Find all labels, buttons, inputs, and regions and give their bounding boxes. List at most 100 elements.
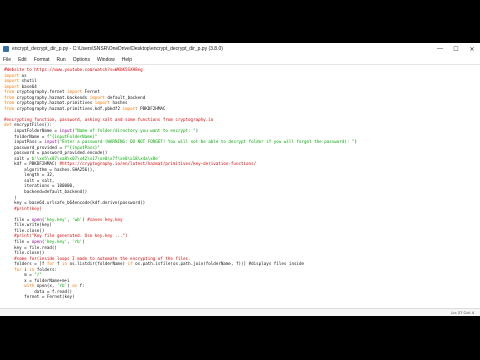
code-token: inputFolderName = (4, 128, 60, 134)
code-token: open(x, (34, 283, 57, 289)
code-token: 'key.key' (44, 238, 68, 244)
menu-help[interactable]: Help (122, 57, 132, 63)
python-idle-icon (3, 46, 9, 52)
code-token: input (44, 139, 57, 145)
code-token: algorithm = hashes.SHA256(), (4, 166, 95, 172)
code-token: 'wb' (72, 216, 83, 222)
code-token: 'key.key' (44, 216, 68, 222)
code-token: import (122, 105, 138, 111)
code-token: #encrypting function, password, asking s… (4, 116, 214, 122)
code-token: open (31, 238, 42, 244)
code-token: #saves key.key (87, 216, 123, 222)
code-token: with (24, 283, 35, 289)
code-token: folderName = (4, 133, 47, 139)
code-token: from (4, 89, 15, 95)
code-token: password_provided = (4, 144, 65, 150)
code-token: kdf = PBKDF2HMAC( (4, 161, 60, 167)
code-token: encryptFiles(): (11, 122, 52, 128)
code-token: file.close() (4, 227, 45, 233)
code-token: PBKDF2HMAC (137, 105, 166, 111)
code-token: cryptography.hazmat.backends (14, 94, 90, 100)
code-token: #https://cryptography.io/en/latest/hazma… (59, 161, 257, 167)
code-token: f: (77, 283, 85, 289)
code-token: cryptography.fernet (14, 89, 68, 95)
code-token: f"{inputFolderName}" (46, 133, 98, 139)
code-token: import (4, 83, 20, 89)
menu-bar: File Edit Format Run Options Window Help (0, 55, 480, 65)
code-token: input (59, 128, 73, 134)
code-token: import (94, 100, 110, 106)
menu-options[interactable]: Options (73, 57, 90, 63)
code-token: #print("Key file generated. Use key.key … (4, 233, 128, 239)
status-bar: Ln: 27 Col: 4 (0, 308, 480, 316)
menu-run[interactable]: Run (57, 57, 66, 63)
code-token: 'rb' (56, 283, 68, 289)
code-token: import (89, 94, 105, 100)
code-token: from (4, 94, 15, 100)
code-token: ) (354, 139, 357, 145)
code-token: x = folderName+m+i (4, 277, 70, 283)
code-token: #some for(inside loops I made to automat… (4, 255, 191, 261)
code-token: os.path.isfile(os.path.join(folderName, … (132, 261, 305, 267)
code-token: password = password_provided.encode() (4, 150, 108, 156)
code-token: f (54, 261, 63, 267)
code-token: file = (4, 216, 32, 222)
cursor-position: Ln: 27 Col: 4 (451, 310, 474, 315)
code-token: ) (4, 194, 17, 200)
code-text[interactable]: #Website to https://www.youtube.com/watc… (0, 65, 480, 300)
title-bar: encrypt_decrypt_dir_p.py - C:\Users\SNSR… (0, 43, 480, 55)
code-token: cryptography.hazmat.primitives (14, 100, 95, 106)
menu-window[interactable]: Window (97, 57, 115, 63)
code-token: import (67, 89, 83, 95)
code-token: from (4, 100, 15, 106)
code-token: cryptography.hazmat.primitives.kdf.pbkdf… (14, 105, 123, 111)
menu-edit[interactable]: Edit (18, 57, 27, 63)
code-token: from (4, 105, 15, 111)
code-token: import (4, 72, 20, 78)
code-token: fernet = Fernet(key) (4, 294, 75, 300)
code-token: for (14, 266, 22, 272)
code-token: inputPass = (4, 139, 45, 145)
code-token: m = (4, 272, 35, 278)
code-token: os (19, 72, 27, 78)
code-token: length = 32, (4, 172, 55, 178)
menu-format[interactable]: Format (34, 57, 50, 63)
code-editor[interactable]: #Website to https://www.youtube.com/watc… (0, 65, 480, 309)
code-token: ) (195, 128, 199, 134)
code-token: 'rb' (72, 238, 83, 244)
code-token: key = base64.urlsafe_b64encode(kdf.deriv… (4, 200, 146, 206)
code-token: shutil (19, 78, 37, 84)
code-token: data = f.read() (4, 288, 73, 294)
code-token: os.listdir(folderName) (67, 261, 128, 267)
code-token: folders = [f (4, 261, 47, 267)
code-token: hashes (109, 100, 128, 106)
code-token: file.close() (4, 250, 45, 256)
menu-file[interactable]: File (3, 57, 11, 63)
code-token: backend=default_backend() (4, 189, 88, 195)
code-token: "/" (34, 272, 42, 278)
code-line[interactable]: fernet = Fernet(key) (4, 294, 480, 300)
code-token: #Website to https://www.youtube.com/watc… (4, 67, 143, 72)
minimize-button[interactable]: — (432, 46, 448, 53)
code-token: "Name of folder/directory you want to en… (74, 128, 196, 134)
code-token: Fernet (82, 89, 100, 95)
code-token: b'\xe5\x87\xa8\x07\x42\x17\xe0\x7f\xe0\x… (31, 155, 161, 161)
close-button[interactable]: ✕ (464, 46, 480, 53)
code-token: def (4, 122, 12, 128)
code-token: f"{inputPass}" (64, 144, 100, 150)
code-token: file.write(key) (4, 222, 52, 228)
code-token: folders: (34, 266, 57, 272)
code-token: ) (82, 238, 85, 244)
idle-editor-window: encrypt_decrypt_dir_p.py - C:\Users\SNSR… (0, 43, 480, 316)
code-token: "Enter a password (WARNING: DO NOT FORGE… (59, 139, 355, 145)
code-token: default_backend (104, 94, 146, 100)
code-token: key = file.read() (4, 244, 57, 250)
window-title: encrypt_decrypt_dir_p.py - C:\Users\SNSR… (12, 46, 223, 52)
maximize-button[interactable]: ☐ (448, 46, 464, 53)
code-token: base64 (19, 83, 37, 89)
code-token: iterations = 100000, (4, 183, 75, 189)
